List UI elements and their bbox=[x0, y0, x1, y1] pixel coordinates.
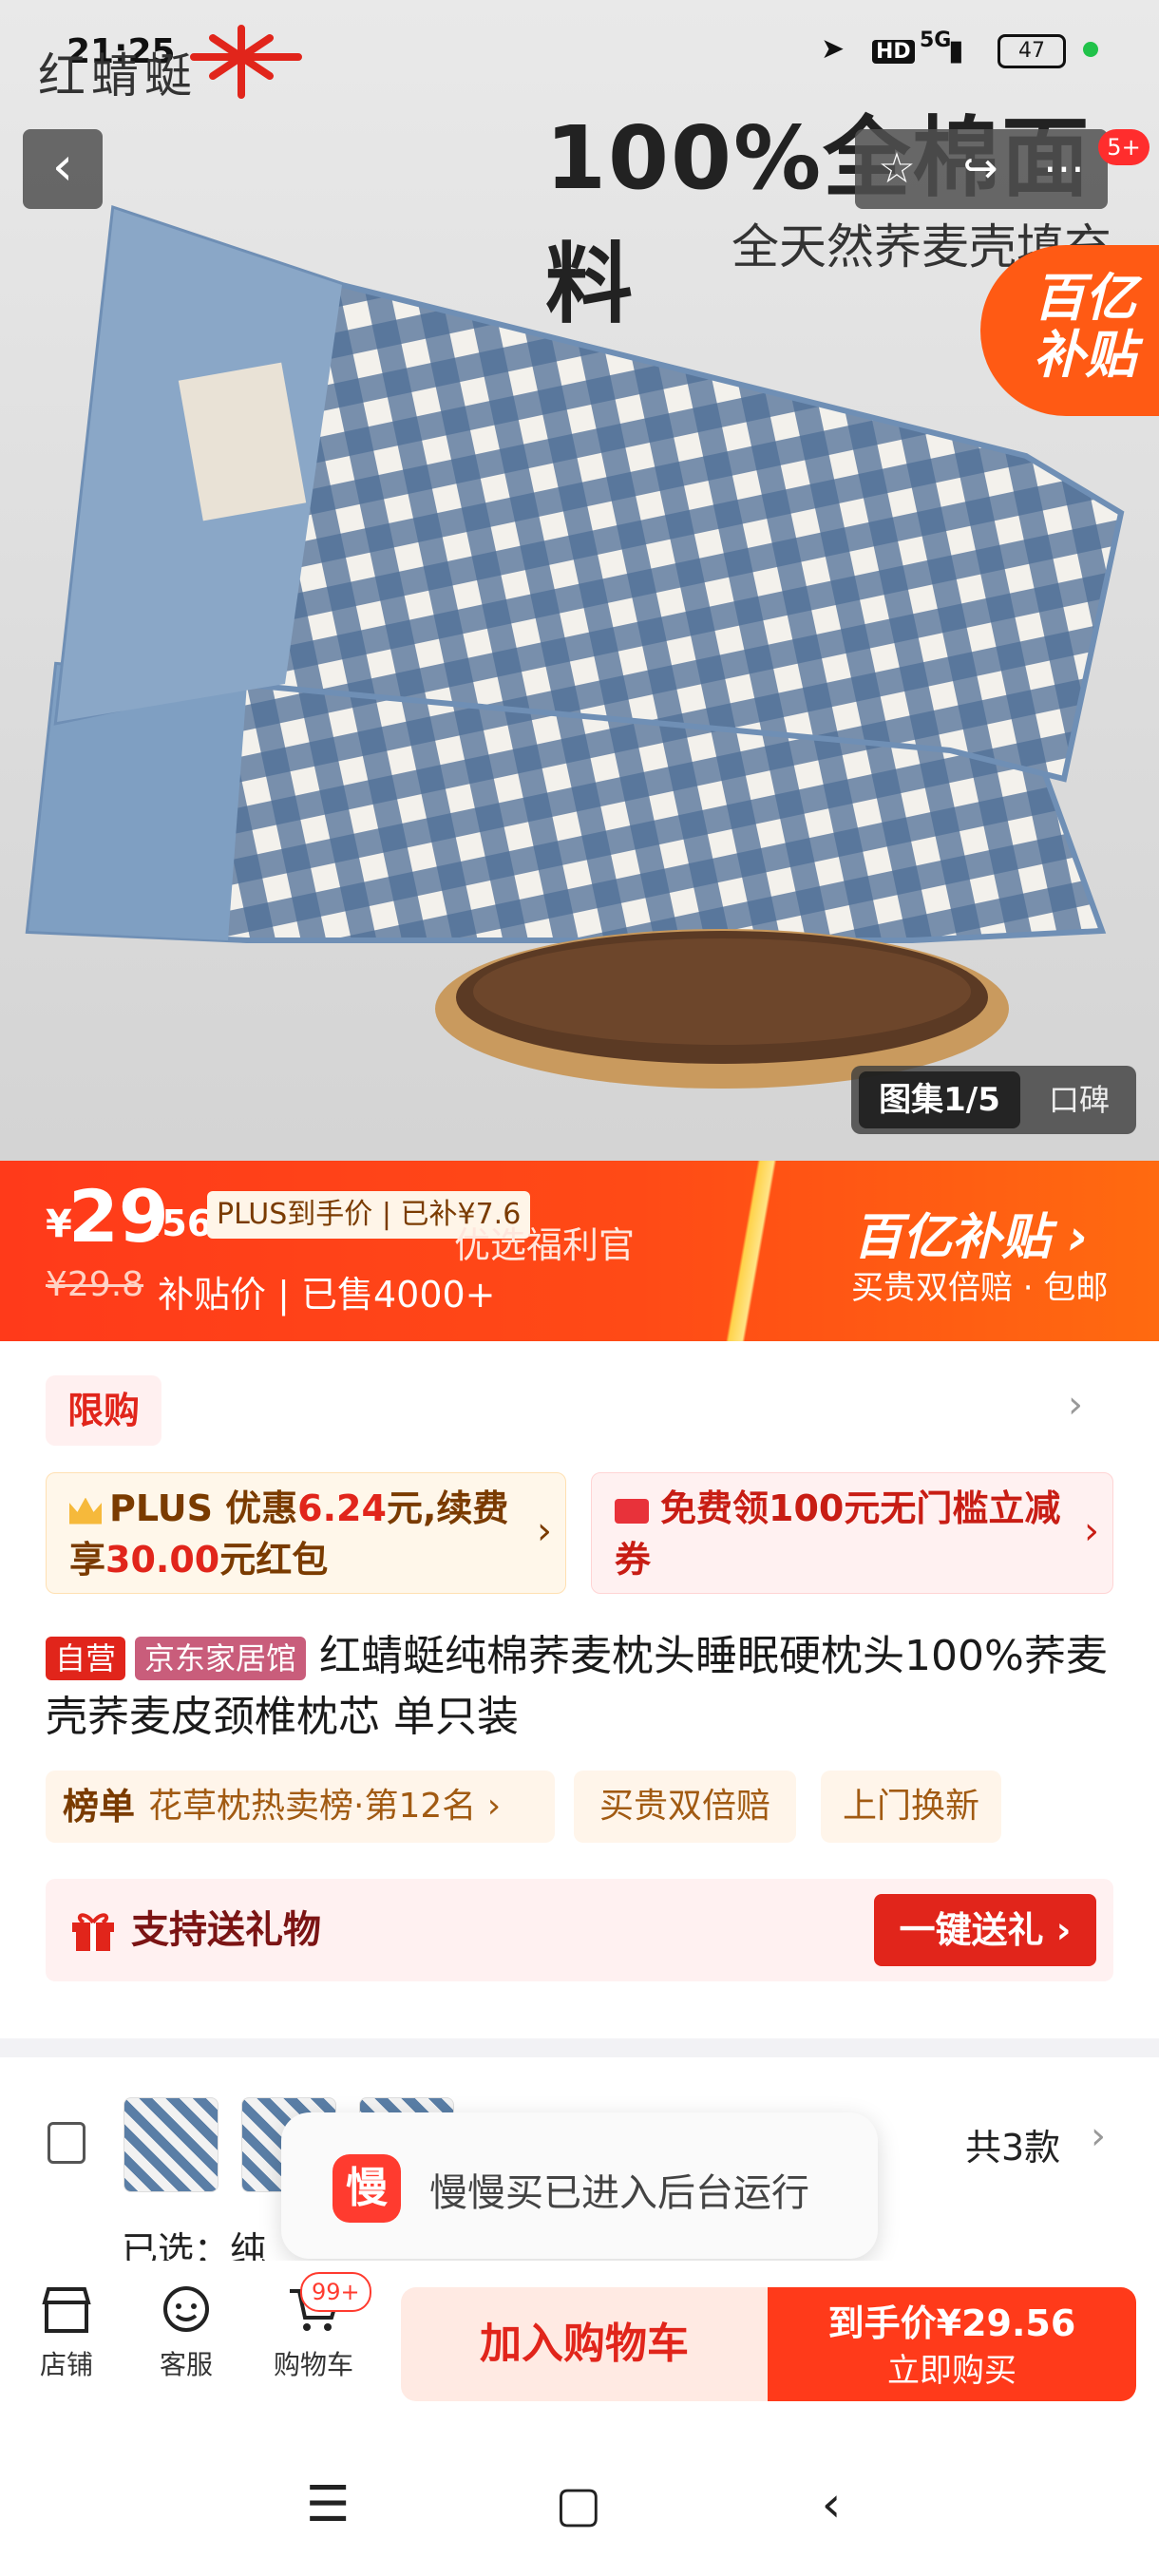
subsidy-logo[interactable]: 百亿补贴 › bbox=[853, 1197, 1089, 1268]
toast-text: 慢慢买已进入后台运行 bbox=[429, 2171, 809, 2215]
price-decimal: .56 bbox=[148, 1203, 213, 1244]
lightning-decoration bbox=[703, 1161, 808, 1341]
ranking-tag[interactable]: 榜单 花草枕热卖榜·第12名 › bbox=[46, 1771, 555, 1843]
cart-badge: 99+ bbox=[300, 2272, 371, 2312]
signal-icon: ▮ bbox=[948, 34, 964, 67]
system-nav-bar: ☰ ▢ ‹ bbox=[0, 2422, 1159, 2576]
plus-coupon-amount: 6.24 bbox=[297, 1487, 387, 1529]
free-coupon[interactable]: 免费领100元无门槛立减券 › bbox=[591, 1472, 1113, 1594]
back-chevron-icon[interactable]: ‹ bbox=[798, 2472, 864, 2538]
shop-label: 店铺 bbox=[39, 2349, 93, 2380]
notification-badge: 5+ bbox=[1098, 129, 1150, 165]
service-label: 客服 bbox=[159, 2349, 213, 2380]
share-icon[interactable]: ↪ bbox=[939, 129, 1022, 209]
cart-label: 购物车 bbox=[273, 2349, 353, 2380]
chevron-right-icon[interactable]: › bbox=[1068, 1383, 1083, 1427]
chevron-right-icon: › bbox=[1084, 1509, 1099, 1553]
free-coupon-text: 免费领100元无门槛立减券 bbox=[615, 1483, 1061, 1585]
spec-thumbnail[interactable] bbox=[124, 2097, 218, 2192]
background-toast: 慢 慢慢买已进入后台运行 bbox=[281, 2112, 878, 2259]
home-square-icon[interactable]: ▢ bbox=[545, 2472, 612, 2538]
plus-coupon[interactable]: PLUS 优惠6.24元,续费享30.00元红包 › bbox=[46, 1472, 566, 1594]
reviews-tab[interactable]: 口碑 bbox=[1032, 1071, 1127, 1128]
price-banner: ¥ 29 .56 PLUS到手价 | 已补¥7.6 优选福利官 ¥29.8 补贴… bbox=[0, 1161, 1159, 1341]
app-icon: 慢 bbox=[332, 2154, 401, 2223]
battery-icon: 47 bbox=[998, 34, 1066, 68]
gallery-counter[interactable]: 图集1/5 bbox=[859, 1071, 1020, 1128]
plus-coupon-amount2: 30.00 bbox=[105, 1539, 220, 1581]
buy-now-button[interactable]: 到手价¥29.56 立即购买 bbox=[768, 2287, 1136, 2401]
bottom-action-bar: 店铺 客服 购物车 99+ 加入购物车 到手价¥29.56 立即购买 bbox=[0, 2261, 1159, 2422]
customer-service-icon bbox=[163, 2286, 209, 2332]
free-coupon-label: 免费领100元无门槛立减券 bbox=[615, 1487, 1061, 1581]
menu-icon[interactable]: ☰ bbox=[294, 2472, 361, 2538]
store-tag[interactable]: 京东家居馆 bbox=[135, 1637, 307, 1680]
chevron-right-icon: › bbox=[537, 1509, 552, 1553]
subsidy-badge-line2: 补贴 bbox=[1034, 325, 1136, 385]
shop-icon bbox=[42, 2287, 91, 2333]
top-action-group: ☆ ↪ ⋯ bbox=[855, 129, 1108, 209]
limit-purchase-tag: 限购 bbox=[46, 1375, 162, 1446]
official-label: 优选福利官 bbox=[454, 1224, 636, 1266]
shop-button[interactable]: 店铺 bbox=[19, 2283, 114, 2382]
subsidy-badge-line1: 百亿 bbox=[1034, 268, 1136, 328]
more-icon[interactable]: ⋯ bbox=[1022, 129, 1106, 209]
chevron-right-icon: › bbox=[1091, 2114, 1106, 2158]
original-price: ¥29.8 bbox=[46, 1265, 144, 1304]
brand-logo: 红蜻蜓 bbox=[38, 48, 198, 104]
hd-icon: HD bbox=[872, 40, 915, 64]
back-button[interactable]: ‹ bbox=[23, 129, 103, 209]
crown-icon bbox=[69, 1497, 102, 1525]
plus-coupon-text: PLUS 优惠6.24元,续费享30.00元红包 bbox=[69, 1483, 516, 1585]
subsidy-badge: 百亿 补贴 bbox=[980, 245, 1159, 416]
ranking-label: 榜单 bbox=[63, 1786, 136, 1828]
price-guarantee-pill[interactable]: 买贵双倍赔 bbox=[574, 1771, 796, 1843]
service-button[interactable]: 客服 bbox=[139, 2283, 234, 2382]
location-icon: ➤ bbox=[821, 32, 846, 66]
buy-now-label: 立即购买 bbox=[887, 2352, 1016, 2390]
product-title: 自营 京东家居馆 红蜻蜓纯棉荞麦枕头睡眠硬枕头100%荞麦壳荞麦皮颈椎枕芯 单只装 bbox=[46, 1626, 1119, 1748]
network-label: 5G bbox=[920, 28, 952, 52]
subsidy-description: 买贵双倍赔 · 包邮 bbox=[851, 1269, 1109, 1307]
add-to-cart-button[interactable]: 加入购物车 bbox=[401, 2287, 768, 2401]
plus-coupon-prefix: PLUS 优惠 bbox=[109, 1487, 298, 1529]
gift-row: 支持送礼物 一键送礼 › bbox=[46, 1879, 1113, 1981]
ranking-text: 花草枕热卖榜·第12名 › bbox=[148, 1787, 502, 1826]
coupon-card-icon bbox=[615, 1498, 649, 1524]
product-info-card: 限购 › PLUS 优惠6.24元,续费享30.00元红包 › 免费领100元无… bbox=[0, 1341, 1159, 2038]
status-dot bbox=[1083, 42, 1098, 57]
gift-label: 支持送礼物 bbox=[131, 1908, 321, 1952]
plus-coupon-suffix: 元红包 bbox=[219, 1539, 329, 1581]
gallery-switch: 图集1/5 口碑 bbox=[851, 1066, 1136, 1134]
gift-icon bbox=[72, 1913, 114, 1951]
spec-icon bbox=[48, 2122, 86, 2164]
dragonfly-logo-icon bbox=[190, 25, 302, 99]
spec-count: 共3款 bbox=[965, 2127, 1061, 2169]
favorite-star-icon[interactable]: ☆ bbox=[855, 129, 939, 209]
home-exchange-pill[interactable]: 上门换新 bbox=[821, 1771, 1001, 1843]
send-gift-button[interactable]: 一键送礼 › bbox=[874, 1894, 1096, 1966]
buy-price-label: 到手价¥29.56 bbox=[827, 2302, 1076, 2344]
self-operated-tag: 自营 bbox=[46, 1637, 126, 1680]
product-image-gallery[interactable]: 21:25 ➤ HD 5G ▮ 47 红蜻蜓 ‹ 100%全棉面料 全天然荞麦壳… bbox=[0, 0, 1159, 1161]
sold-info: 补贴价 | 已售4000+ bbox=[158, 1274, 496, 1316]
